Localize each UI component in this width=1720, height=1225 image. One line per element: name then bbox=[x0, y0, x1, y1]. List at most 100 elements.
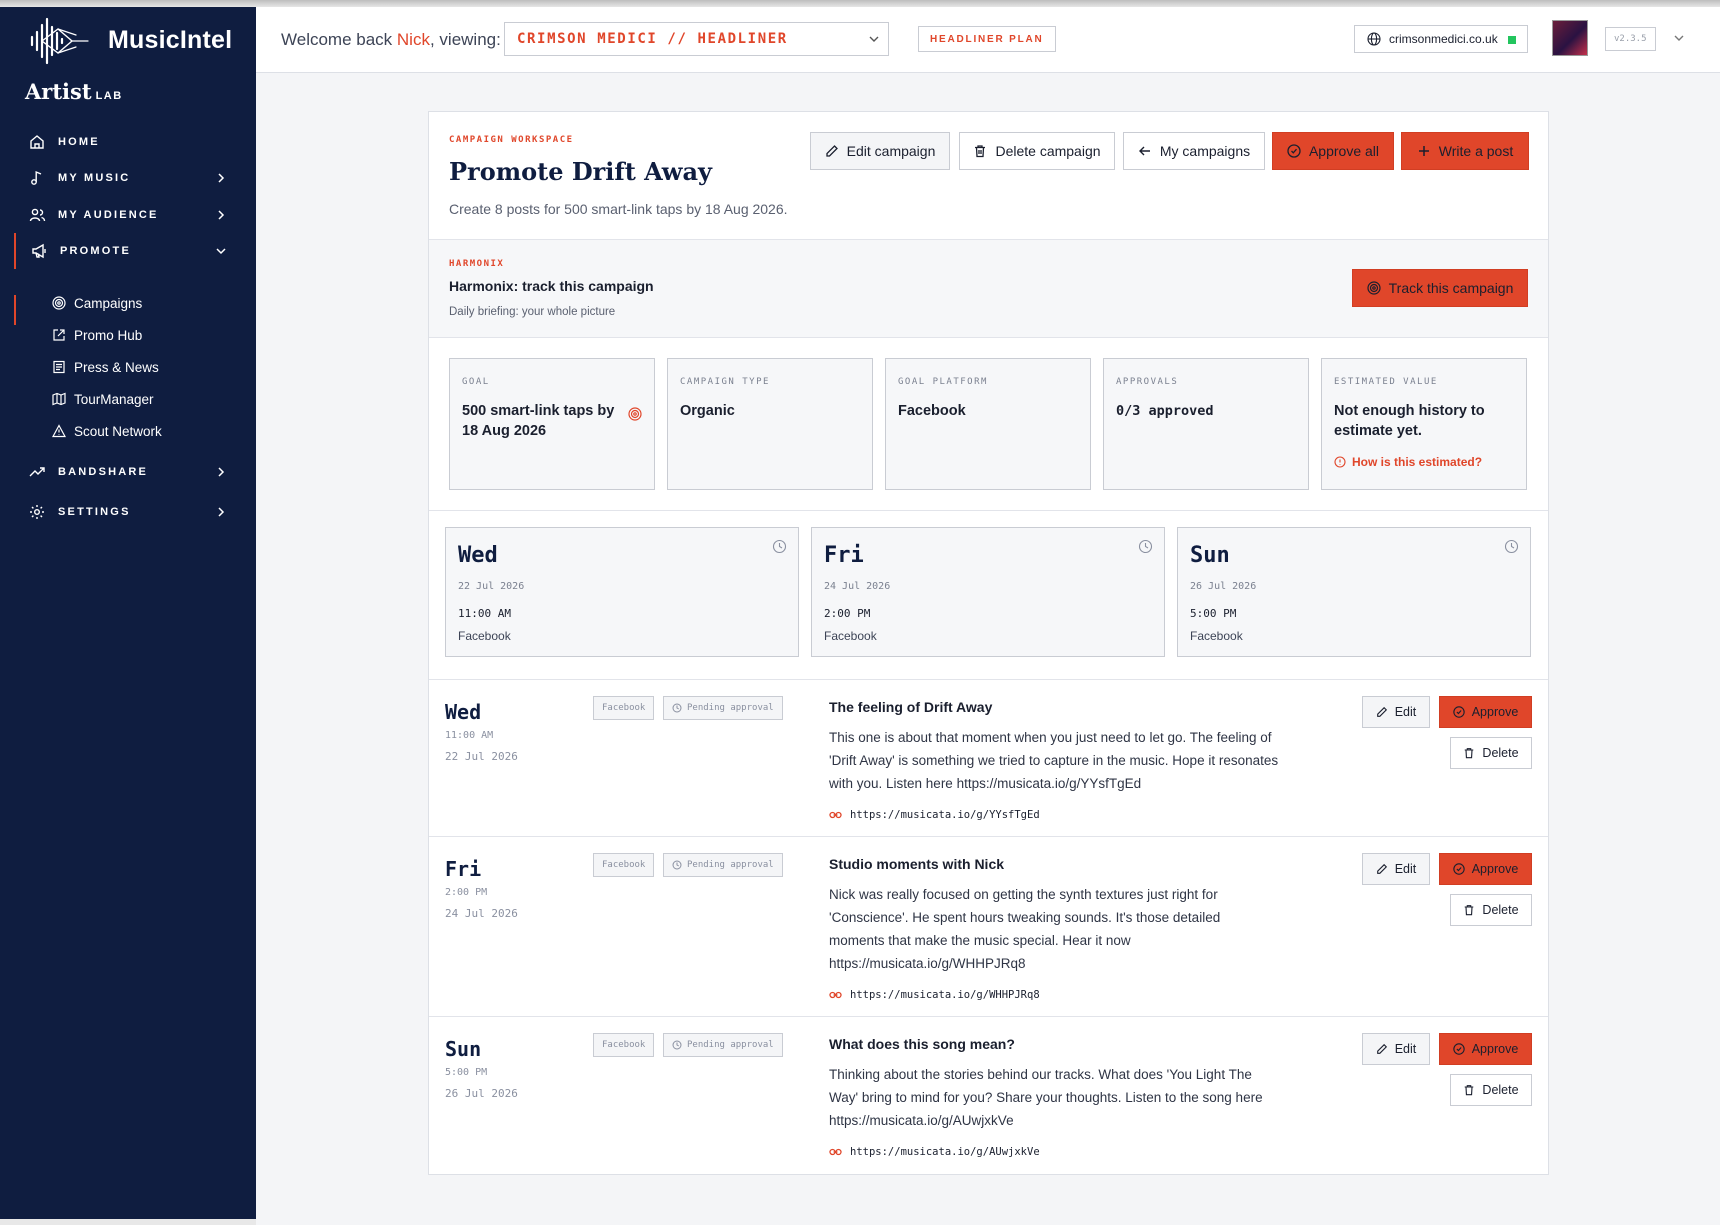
link-icon bbox=[829, 1148, 842, 1156]
post-link[interactable]: https://musicata.io/g/WHHPJRq8 bbox=[829, 989, 1040, 1001]
sidebar-item-label: PROMOTE bbox=[60, 245, 132, 257]
approve-post-button[interactable]: Approve bbox=[1439, 853, 1532, 885]
stat-label: ESTIMATED VALUE bbox=[1334, 377, 1438, 387]
schedule-time: 11:00 AM bbox=[458, 607, 511, 620]
sidebar-sub-press-news[interactable]: Press & News bbox=[52, 354, 159, 380]
sidebar-item-bandshare[interactable]: BANDSHARE bbox=[14, 454, 242, 490]
delete-campaign-button[interactable]: Delete campaign bbox=[959, 132, 1115, 170]
stat-value: Not enough history to estimate yet. bbox=[1334, 403, 1485, 439]
status-label: Pending approval bbox=[687, 1040, 774, 1050]
sidebar-sub-scout-network[interactable]: Scout Network bbox=[52, 418, 162, 444]
chevron-down-icon[interactable] bbox=[1672, 31, 1686, 45]
check-circle-icon bbox=[1453, 1043, 1465, 1055]
post-day: Sun bbox=[445, 1037, 482, 1061]
schedule-row: Wed 22 Jul 2026 11:00 AM Facebook Fri 24… bbox=[429, 511, 1548, 680]
users-icon bbox=[28, 206, 46, 224]
stat-goal-platform: GOAL PLATFORM Facebook bbox=[885, 358, 1091, 490]
schedule-day: Sun bbox=[1190, 543, 1230, 568]
post-title: Studio moments with Nick bbox=[829, 856, 1005, 872]
product-name: Artist LAB bbox=[25, 79, 123, 104]
link-icon bbox=[829, 811, 842, 819]
schedule-day: Wed bbox=[458, 543, 498, 568]
schedule-card[interactable]: Fri 24 Jul 2026 2:00 PM Facebook bbox=[811, 527, 1165, 657]
link-label: How is this estimated? bbox=[1352, 455, 1483, 469]
schedule-platform: Facebook bbox=[824, 629, 877, 643]
sidebar-item-my-music[interactable]: MY MUSIC bbox=[14, 160, 242, 196]
clock-icon bbox=[772, 539, 787, 554]
delete-post-button[interactable]: Delete bbox=[1450, 1074, 1532, 1106]
post-time: 11:00 AM bbox=[445, 730, 494, 741]
sidebar-sub-promo-hub[interactable]: Promo Hub bbox=[52, 322, 142, 348]
plan-badge: HEADLINER PLAN bbox=[918, 26, 1056, 52]
artist-select[interactable]: CRIMSON MEDICI // HEADLINER bbox=[504, 22, 889, 56]
approve-post-button[interactable]: Approve bbox=[1439, 696, 1532, 728]
trash-icon bbox=[1465, 748, 1474, 759]
post-body: Thinking about the stories behind our tr… bbox=[829, 1067, 1263, 1128]
product-suffix: LAB bbox=[95, 90, 123, 102]
edit-post-button[interactable]: Edit bbox=[1362, 853, 1430, 885]
stat-value: 500 smart-link taps by 18 Aug 2026 bbox=[462, 403, 615, 439]
post-title: What does this song mean? bbox=[829, 1036, 1015, 1052]
schedule-date: 24 Jul 2026 bbox=[824, 581, 891, 592]
my-campaigns-button[interactable]: My campaigns bbox=[1123, 132, 1265, 170]
brand-name: MusicIntel bbox=[108, 25, 233, 54]
delete-post-button[interactable]: Delete bbox=[1450, 894, 1532, 926]
version-badge: v2.3.5 bbox=[1605, 27, 1656, 51]
button-label: Edit campaign bbox=[846, 143, 936, 159]
sidebar-bottom-edge bbox=[0, 1219, 256, 1225]
pencil-icon bbox=[825, 145, 838, 157]
track-campaign-button[interactable]: Track this campaign bbox=[1352, 269, 1528, 307]
how-estimated-link[interactable]: How is this estimated? bbox=[1334, 455, 1514, 469]
sidebar-sub-label: Campaigns bbox=[74, 295, 143, 311]
delete-post-button[interactable]: Delete bbox=[1450, 737, 1532, 769]
write-post-button[interactable]: Write a post bbox=[1401, 132, 1529, 170]
sidebar-item-label: SETTINGS bbox=[58, 506, 131, 518]
sidebar: MusicIntel Artist LAB HOME MY MUSIC MY AU… bbox=[0, 7, 256, 1225]
domain-pill[interactable]: crimsonmedici.co.uk bbox=[1354, 25, 1528, 53]
brand-logo[interactable]: MusicIntel bbox=[28, 13, 232, 67]
button-label: Delete bbox=[1482, 746, 1519, 760]
button-label: My campaigns bbox=[1159, 143, 1251, 159]
stat-label: CAMPAIGN TYPE bbox=[680, 377, 770, 387]
edit-post-button[interactable]: Edit bbox=[1362, 1033, 1430, 1065]
sidebar-item-label: MY MUSIC bbox=[58, 172, 131, 184]
trash-icon bbox=[1465, 1085, 1474, 1096]
megaphone-icon bbox=[30, 242, 48, 260]
stat-goal: GOAL 500 smart-link taps by 18 Aug 2026 bbox=[449, 358, 655, 490]
welcome-text: Welcome back Nick, viewing: bbox=[281, 30, 501, 50]
sidebar-item-home[interactable]: HOME bbox=[14, 124, 242, 160]
product-title: Artist bbox=[25, 79, 92, 104]
status-label: Pending approval bbox=[687, 860, 774, 870]
schedule-date: 26 Jul 2026 bbox=[1190, 581, 1257, 592]
music-note-icon bbox=[28, 169, 46, 187]
schedule-card[interactable]: Sun 26 Jul 2026 5:00 PM Facebook bbox=[1177, 527, 1531, 657]
post-time: 2:00 PM bbox=[445, 887, 488, 898]
approve-all-button[interactable]: Approve all bbox=[1272, 132, 1394, 170]
schedule-time: 5:00 PM bbox=[1190, 607, 1237, 620]
avatar[interactable] bbox=[1552, 20, 1588, 56]
target-icon bbox=[1367, 281, 1381, 295]
post-date: 24 Jul 2026 bbox=[445, 907, 518, 920]
sidebar-item-my-audience[interactable]: MY AUDIENCE bbox=[14, 197, 242, 233]
artist-select-value: CRIMSON MEDICI // HEADLINER bbox=[517, 31, 788, 47]
stat-campaign-type: CAMPAIGN TYPE Organic bbox=[667, 358, 873, 490]
post-link[interactable]: https://musicata.io/g/AUwjxkVe bbox=[829, 1146, 1040, 1158]
check-circle-icon bbox=[1453, 863, 1465, 875]
waveform-logo-icon bbox=[30, 17, 89, 65]
post-link[interactable]: https://musicata.io/g/YYsfTgEd bbox=[829, 809, 1040, 821]
edit-campaign-button[interactable]: Edit campaign bbox=[810, 132, 950, 170]
schedule-card[interactable]: Wed 22 Jul 2026 11:00 AM Facebook bbox=[445, 527, 799, 657]
edit-post-button[interactable]: Edit bbox=[1362, 696, 1430, 728]
post-date: 22 Jul 2026 bbox=[445, 750, 518, 763]
sidebar-sub-tourmanager[interactable]: TourManager bbox=[52, 386, 154, 412]
approve-post-button[interactable]: Approve bbox=[1439, 1033, 1532, 1065]
sidebar-item-promote[interactable]: PROMOTE bbox=[14, 233, 242, 269]
chevron-right-icon bbox=[218, 507, 225, 517]
check-circle-icon bbox=[1287, 144, 1301, 158]
active-sub-indicator bbox=[14, 295, 16, 325]
stat-value: 0/3 approved bbox=[1116, 403, 1214, 419]
sidebar-item-settings[interactable]: SETTINGS bbox=[14, 494, 242, 530]
gear-icon bbox=[28, 503, 46, 521]
post-day: Fri bbox=[445, 857, 482, 881]
sidebar-sub-campaigns[interactable]: Campaigns bbox=[52, 290, 142, 316]
